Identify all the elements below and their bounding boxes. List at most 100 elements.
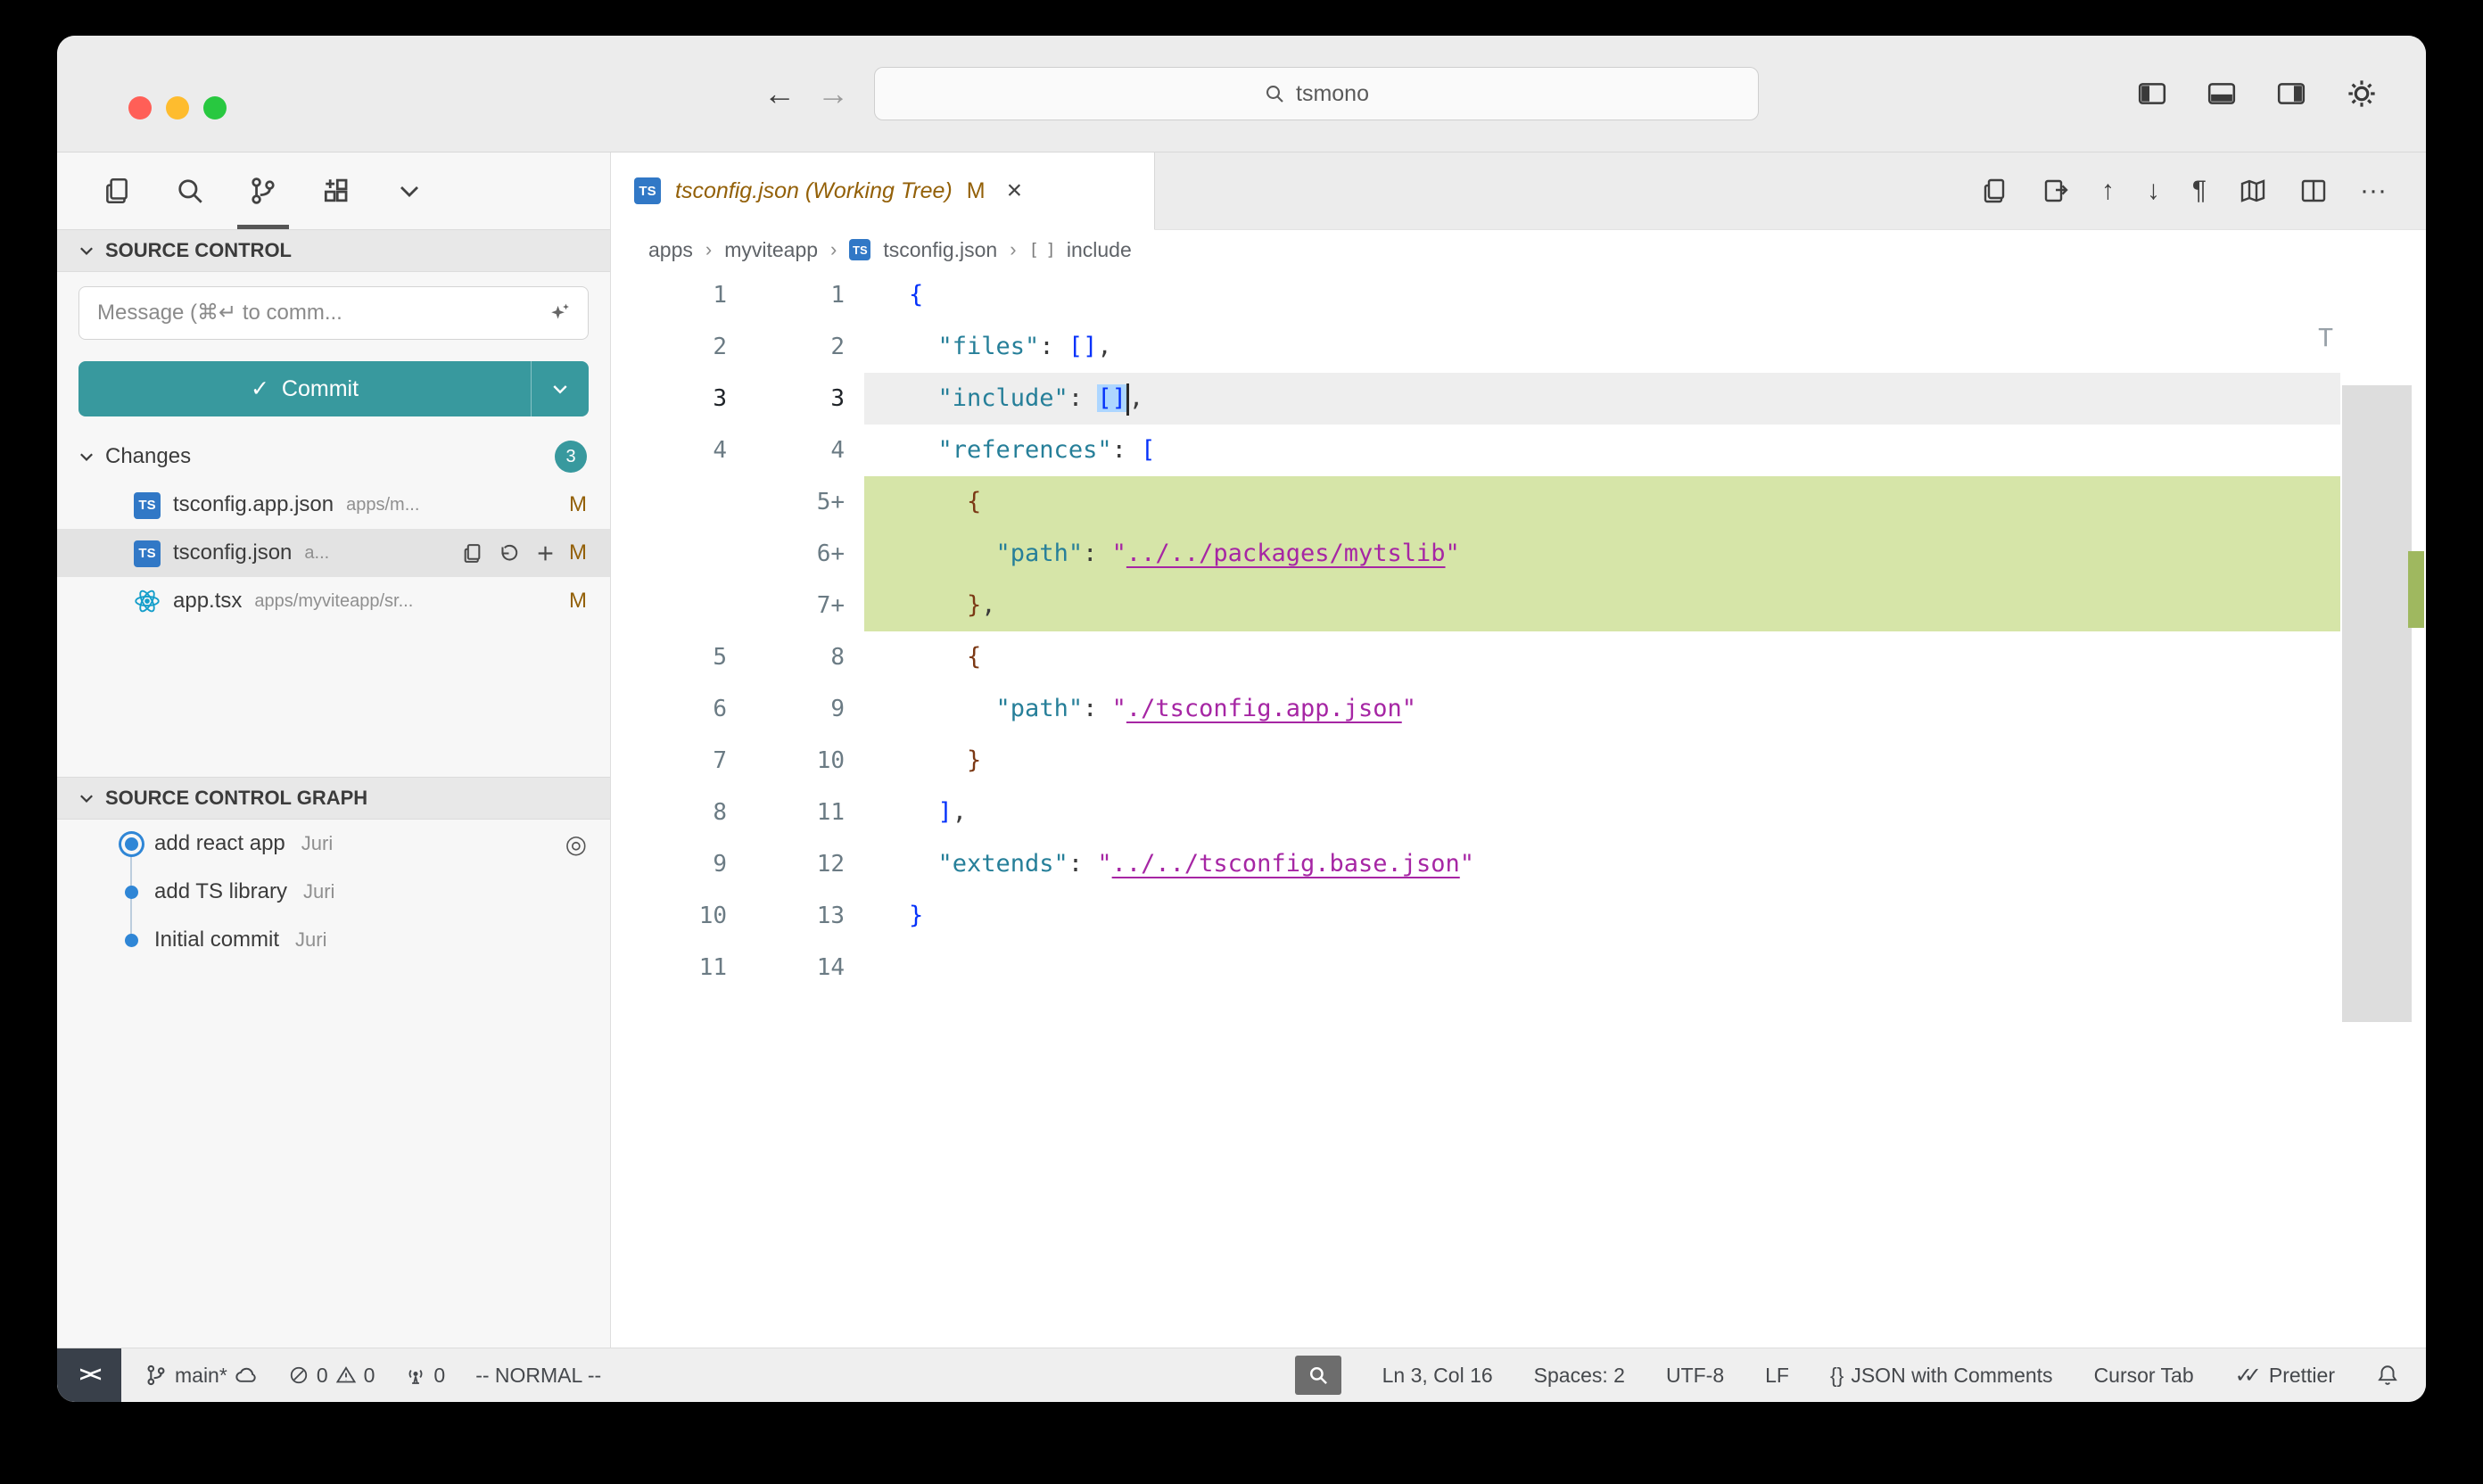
code-line[interactable]: 6+ "path": "../../packages/mytslib"	[611, 528, 2340, 580]
code-line[interactable]: 6 9 "path": "./tsconfig.app.json"	[611, 683, 2340, 735]
code-line[interactable]: 2 2 "files": [],	[611, 321, 2340, 373]
extensions-view-icon[interactable]	[310, 153, 362, 229]
branch-indicator[interactable]: main*	[144, 1364, 258, 1388]
code-line[interactable]: 8 11 ],	[611, 787, 2340, 838]
changed-file-row[interactable]: app.tsx apps/myviteapp/sr... M	[57, 577, 610, 625]
editor-toolbar[interactable]: ↑ ↓ ¶ ···	[1980, 153, 2387, 229]
explorer-icon[interactable]	[91, 153, 143, 229]
remote-indicator[interactable]: ><	[57, 1348, 121, 1402]
search-view-icon[interactable]	[164, 153, 216, 229]
source-control-view-icon[interactable]	[237, 153, 289, 229]
code-text[interactable]: {	[864, 476, 2340, 528]
code-text[interactable]: {	[864, 269, 2340, 321]
code-text[interactable]: }	[864, 890, 2340, 942]
zoom-window-button[interactable]	[203, 96, 227, 120]
open-file-icon[interactable]	[2041, 177, 2069, 205]
changes-group-header[interactable]: Changes 3	[57, 433, 610, 481]
code-line[interactable]: 5 8 {	[611, 631, 2340, 683]
minimize-window-button[interactable]	[166, 96, 189, 120]
next-change-icon[interactable]: ↓	[2147, 177, 2160, 204]
code-line[interactable]: 1 1 {	[611, 269, 2340, 321]
commit-row[interactable]: Initial commit Juri	[57, 916, 610, 964]
breadcrumb-myviteapp[interactable]: myviteapp	[724, 238, 818, 262]
code-text[interactable]: "files": [],	[864, 321, 2340, 373]
problems-indicator[interactable]: 0 0	[288, 1364, 375, 1388]
command-center-search[interactable]: tsmono	[874, 67, 1759, 120]
more-views-chevron-icon[interactable]	[384, 153, 435, 229]
ports-indicator[interactable]: 0	[405, 1364, 445, 1388]
code-text[interactable]: }	[864, 735, 2340, 787]
breadcrumb-apps[interactable]: apps	[648, 238, 693, 262]
code-line[interactable]: 7 10 }	[611, 735, 2340, 787]
code-line[interactable]: 4 4 "references": [	[611, 425, 2340, 476]
file-name: tsconfig.json	[173, 540, 292, 565]
open-file-icon[interactable]	[461, 542, 483, 565]
breadcrumb[interactable]: apps › myviteapp › TS tsconfig.json › [ …	[611, 230, 2426, 269]
stage-changes-icon[interactable]	[534, 542, 557, 565]
more-actions-icon[interactable]: ···	[2360, 177, 2387, 204]
notifications-bell-icon[interactable]	[2376, 1364, 2399, 1387]
code-text[interactable]: "include": [],	[864, 373, 2340, 425]
code-text[interactable]	[864, 942, 2340, 993]
commit-message-box[interactable]	[78, 286, 589, 340]
map-icon[interactable]	[2239, 177, 2267, 205]
code-text[interactable]: "path": "../../packages/mytslib"	[864, 528, 2340, 580]
encoding-indicator[interactable]: UTF-8	[1666, 1364, 1724, 1388]
commit-dropdown-button[interactable]	[531, 361, 589, 416]
code-line[interactable]: 5+ {	[611, 476, 2340, 528]
formatter-indicator[interactable]: ✓✓ Prettier	[2235, 1363, 2335, 1389]
scrollbar-zone[interactable]	[2340, 385, 2426, 1348]
cursor-tab-indicator[interactable]: Cursor Tab	[2094, 1364, 2194, 1388]
cursor-position-indicator[interactable]: Ln 3, Col 16	[1382, 1364, 1493, 1388]
toggle-panel-icon[interactable]	[2207, 78, 2237, 109]
copilot-sparkle-icon[interactable]	[549, 301, 572, 325]
breadcrumb-symbol[interactable]: include	[1067, 238, 1132, 262]
source-control-graph-header[interactable]: SOURCE CONTROL GRAPH	[57, 777, 610, 820]
split-editor-icon[interactable]	[2299, 177, 2328, 205]
open-changes-icon[interactable]	[1980, 177, 2009, 205]
changed-file-row[interactable]: TS tsconfig.json a... M	[57, 529, 610, 577]
gutter-old-line-number: 6	[611, 683, 747, 735]
toggle-primary-sidebar-icon[interactable]	[2137, 78, 2167, 109]
toggle-secondary-sidebar-icon[interactable]	[2276, 78, 2306, 109]
activity-bar[interactable]	[57, 153, 610, 229]
settings-gear-icon[interactable]	[2346, 78, 2378, 110]
back-button[interactable]: ←	[763, 36, 796, 152]
code-line[interactable]: 3 3 "include": [],	[611, 373, 2340, 425]
titlebar[interactable]: ← → tsmono	[57, 36, 2426, 153]
tab-bar[interactable]: TS tsconfig.json (Working Tree) M × ↑ ↓ …	[611, 153, 2426, 230]
code-line[interactable]: 11 14	[611, 942, 2340, 993]
code-text[interactable]: ],	[864, 787, 2340, 838]
close-tab-icon[interactable]: ×	[1007, 176, 1023, 206]
source-control-section-header[interactable]: SOURCE CONTROL	[57, 229, 610, 272]
code-line[interactable]: 9 12 "extends": "../../tsconfig.base.jso…	[611, 838, 2340, 890]
changed-file-row[interactable]: TS tsconfig.app.json apps/m... M	[57, 481, 610, 529]
traffic-lights[interactable]	[128, 96, 227, 120]
code-text[interactable]: "path": "./tsconfig.app.json"	[864, 683, 2340, 735]
commit-row[interactable]: add TS library Juri	[57, 868, 610, 916]
breadcrumb-file[interactable]: tsconfig.json	[883, 238, 997, 262]
indentation-indicator[interactable]: Spaces: 2	[1534, 1364, 1625, 1388]
code-text[interactable]: "extends": "../../tsconfig.base.json"	[864, 838, 2340, 890]
commit-message-input[interactable]	[95, 300, 540, 326]
code-text[interactable]: "references": [	[864, 425, 2340, 476]
forward-button[interactable]: →	[817, 36, 849, 152]
code-line[interactable]: 10 13 }	[611, 890, 2340, 942]
commit-row[interactable]: add react app Juri ◎	[57, 820, 610, 868]
language-mode-indicator[interactable]: {} JSON with Comments	[1830, 1364, 2053, 1388]
status-bar[interactable]: >< main* 0 0 0 -- NORMAL --	[57, 1348, 2426, 1402]
pilcrow-icon[interactable]: ¶	[2192, 177, 2207, 204]
zoom-indicator[interactable]	[1295, 1356, 1341, 1395]
tab-tsconfig-working-tree[interactable]: TS tsconfig.json (Working Tree) M ×	[611, 153, 1155, 230]
code-text[interactable]: },	[864, 580, 2340, 631]
close-window-button[interactable]	[128, 96, 152, 120]
eol-indicator[interactable]: LF	[1765, 1364, 1789, 1388]
code-line[interactable]: 7+ },	[611, 580, 2340, 631]
scrollbar-thumb[interactable]	[2342, 385, 2412, 1022]
code-text[interactable]: {	[864, 631, 2340, 683]
vim-mode-indicator[interactable]: -- NORMAL --	[475, 1364, 601, 1388]
previous-change-icon[interactable]: ↑	[2101, 177, 2115, 204]
commit-button[interactable]: ✓ Commit	[78, 361, 589, 416]
discard-changes-icon[interactable]	[498, 542, 520, 565]
code-editor[interactable]: 1 1 { 2 2 "files": [], 3 3 "include": []…	[611, 269, 2426, 1348]
